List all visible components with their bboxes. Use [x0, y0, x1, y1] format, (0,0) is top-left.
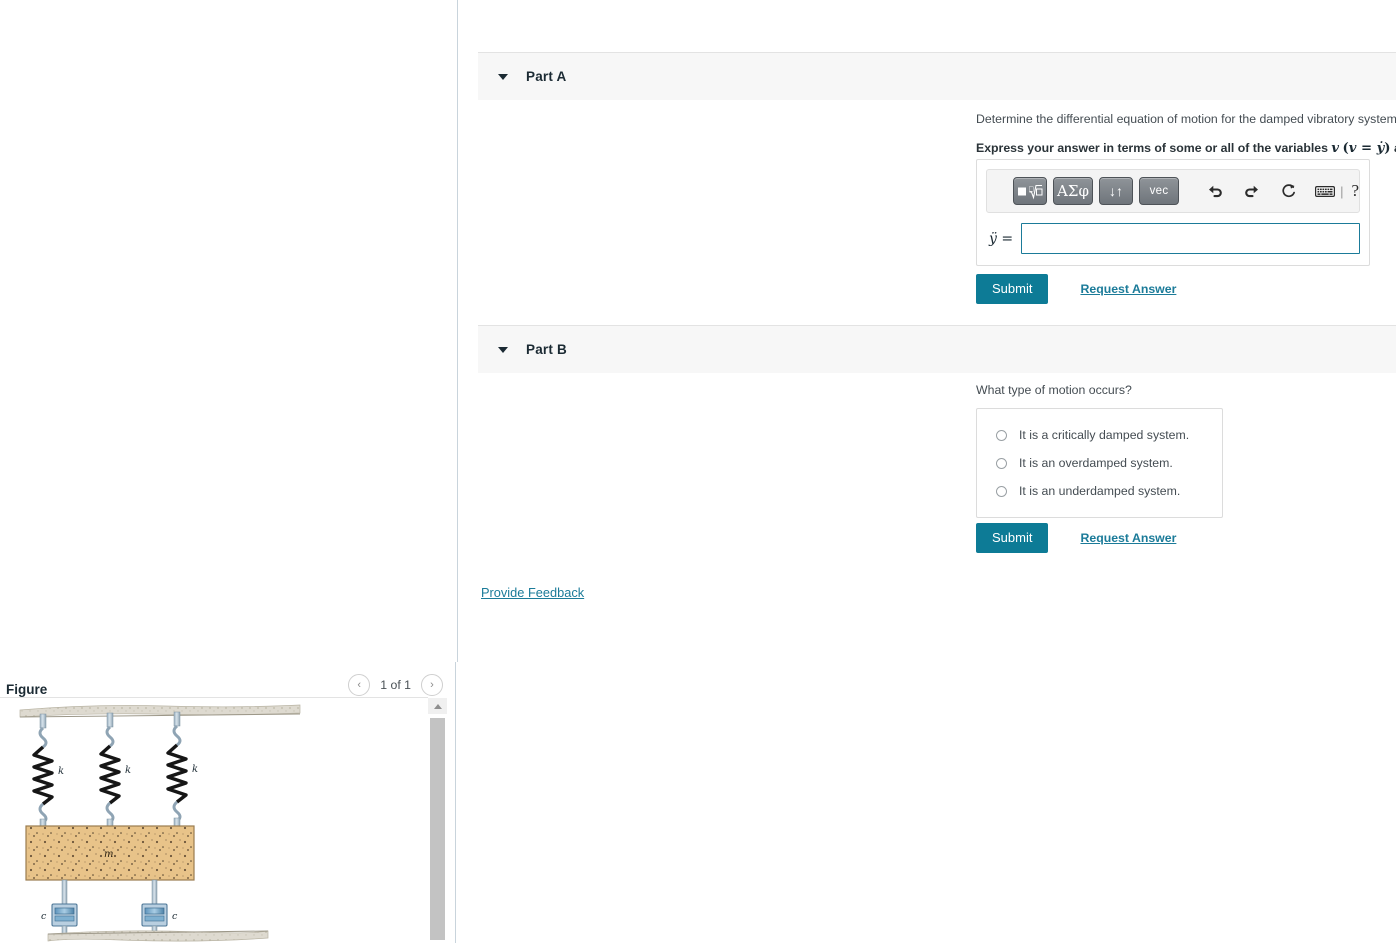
- instruction-v: v: [1331, 141, 1340, 157]
- vector-button[interactable]: vec: [1139, 177, 1179, 205]
- part-b-options-group: It is a critically damped system. It is …: [976, 408, 1223, 518]
- prompt-prefix: Determine the differential equation of m…: [976, 112, 1396, 126]
- spring-label-k-2: k: [125, 765, 131, 776]
- spring-assembly-2: k: [99, 712, 131, 828]
- figure-counter: 1 of 1: [380, 678, 411, 692]
- damper-label-c-1: c: [41, 911, 47, 922]
- sub-superscript-button[interactable]: ↓↑: [1099, 177, 1133, 205]
- spring-assembly-3: k: [166, 711, 198, 828]
- figure-navigation: ‹ 1 of 1 ›: [348, 670, 443, 700]
- figure-panel-title: Figure: [6, 681, 48, 697]
- instruction-paren: (v = ẏ): [1342, 141, 1391, 157]
- radio-option-label: It is an underdamped system.: [1019, 484, 1181, 498]
- reset-icon[interactable]: [1274, 177, 1303, 205]
- greek-letters-button[interactable]: ΑΣφ: [1053, 177, 1093, 205]
- help-icon[interactable]: ?: [1351, 181, 1359, 201]
- svg-text:□: □: [1029, 185, 1035, 192]
- figure-panel: Figure ‹ 1 of 1 › k k k m c c: [0, 662, 457, 943]
- part-a-body: Determine the differential equation of m…: [458, 110, 1396, 158]
- damper-label-c-2: c: [172, 911, 178, 922]
- vec-label: vec: [1149, 185, 1169, 197]
- scroll-up-arrow-icon[interactable]: [428, 698, 447, 714]
- figure-pane-right-edge: [455, 662, 456, 943]
- updown-arrows-icon: ↓↑: [1109, 183, 1123, 199]
- damper-assembly-2: c: [141, 879, 178, 937]
- mass-label-m: m: [104, 849, 113, 860]
- instruction-and: and: [1391, 141, 1396, 155]
- instruction-text: Express your answer in terms of some or …: [976, 141, 1332, 156]
- damper-assembly-1: c: [41, 879, 78, 937]
- chevron-left-icon[interactable]: ‹: [348, 674, 371, 696]
- undo-icon[interactable]: [1201, 177, 1230, 205]
- spring-assembly-1: k: [32, 713, 64, 828]
- scrollbar-thumb[interactable]: [430, 718, 445, 940]
- part-a-instruction: Express your answer in terms of some or …: [976, 139, 1396, 158]
- part-a-prompt: Determine the differential equation of m…: [976, 110, 1396, 129]
- radio-indicator[interactable]: [996, 485, 1007, 497]
- mass-block: m: [25, 825, 195, 881]
- greek-letters-label: ΑΣφ: [1057, 181, 1089, 200]
- part-b-header[interactable]: Part B: [478, 325, 1396, 373]
- chevron-right-icon[interactable]: ›: [421, 674, 443, 696]
- part-a-submit-row: Submit Request Answer: [976, 274, 1176, 304]
- radio-option-label: It is a critically damped system.: [1019, 428, 1190, 442]
- caret-down-icon[interactable]: [498, 345, 508, 355]
- damped-vibratory-system-diagram: k k k m c c: [19, 704, 301, 942]
- answer-row: ÿ =: [977, 213, 1369, 265]
- problem-page: Part A Determine the differential equati…: [0, 0, 1396, 943]
- spring-label-k-3: k: [192, 764, 198, 775]
- math-toolbar: □ ΑΣφ ↓↑ vec | ?: [986, 169, 1360, 213]
- part-a-title: Part A: [526, 69, 567, 84]
- spring-label-k-1: k: [58, 766, 64, 777]
- next-figure-label: ›: [430, 679, 434, 691]
- problem-pane: Part A Determine the differential equati…: [458, 0, 1396, 662]
- caret-down-icon[interactable]: [498, 72, 508, 82]
- figure-canvas: k k k m c c: [0, 698, 428, 943]
- prev-figure-label: ‹: [357, 679, 362, 691]
- answer-input[interactable]: [1021, 223, 1360, 254]
- radio-indicator[interactable]: [996, 457, 1007, 469]
- part-a-request-answer-link[interactable]: Request Answer: [1080, 282, 1176, 296]
- part-a-submit-button[interactable]: Submit: [976, 274, 1049, 304]
- redo-icon[interactable]: [1238, 177, 1267, 205]
- part-a-header[interactable]: Part A: [478, 52, 1396, 100]
- radio-indicator[interactable]: [996, 429, 1007, 441]
- radio-option-label: It is an overdamped system.: [1019, 456, 1173, 470]
- toolbar-separator: |: [1340, 183, 1344, 199]
- answer-label: ÿ =: [989, 230, 1014, 247]
- part-b-question: What type of motion occurs?: [976, 383, 1132, 397]
- figure-scrollbar[interactable]: [428, 698, 447, 943]
- part-b-submit-button[interactable]: Submit: [976, 523, 1049, 553]
- radio-option-critically-damped[interactable]: It is a critically damped system.: [991, 421, 1208, 449]
- template-root-button[interactable]: □: [1013, 177, 1047, 205]
- provide-feedback-link[interactable]: Provide Feedback: [481, 585, 584, 600]
- part-a-answer-box: □ ΑΣφ ↓↑ vec | ? ÿ =: [976, 159, 1370, 266]
- part-b-body: What type of motion occurs?: [458, 382, 1396, 400]
- part-b-submit-row: Submit Request Answer: [976, 523, 1176, 553]
- radio-option-overdamped[interactable]: It is an overdamped system.: [991, 449, 1208, 477]
- part-b-title: Part B: [526, 342, 567, 357]
- radio-option-underdamped[interactable]: It is an underdamped system.: [991, 477, 1208, 505]
- keyboard-icon[interactable]: [1311, 177, 1340, 205]
- part-b-request-answer-link[interactable]: Request Answer: [1080, 531, 1176, 545]
